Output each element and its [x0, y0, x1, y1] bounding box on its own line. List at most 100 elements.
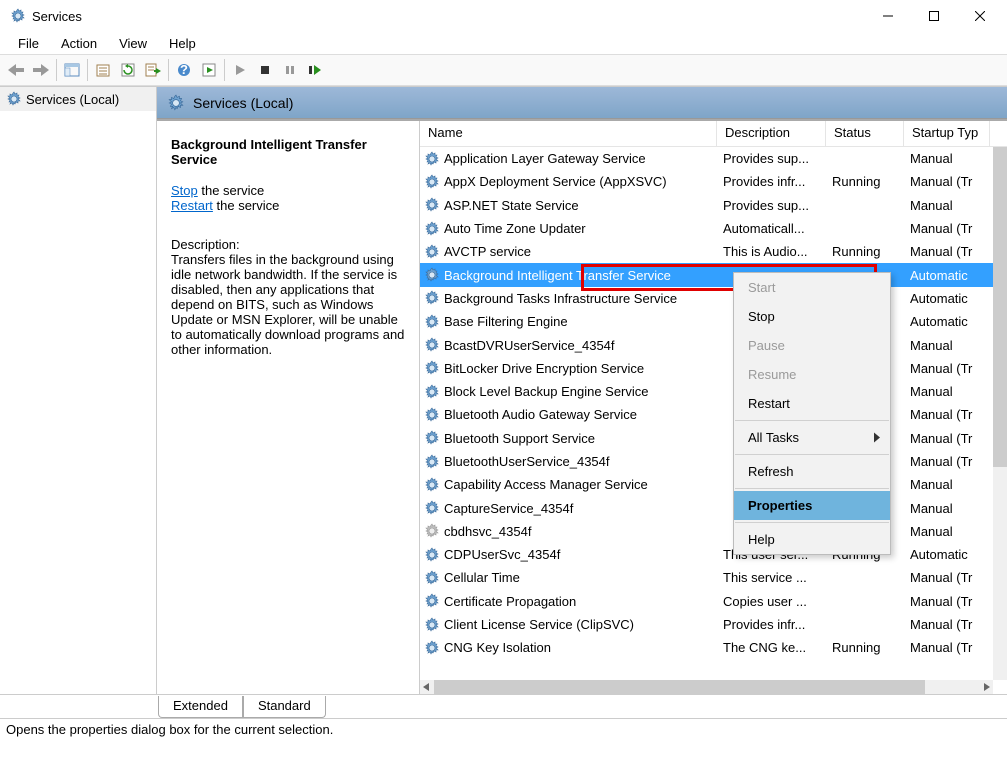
help-toolbar-button[interactable]: ?: [172, 58, 196, 82]
service-name: Capability Access Manager Service: [444, 477, 648, 492]
list-header: Name Description Status Startup Typ: [420, 121, 1007, 147]
table-row[interactable]: Client License Service (ClipSVC)Provides…: [420, 613, 1007, 636]
refresh-button[interactable]: [116, 58, 140, 82]
service-startup: Manual (Tr: [904, 454, 990, 469]
menu-separator: [735, 488, 889, 489]
table-row[interactable]: BcastDVRUserService_4354fManual: [420, 333, 1007, 356]
properties-button[interactable]: [91, 58, 115, 82]
service-name: CaptureService_4354f: [444, 501, 573, 516]
table-row[interactable]: Certificate PropagationCopies user ...Ma…: [420, 590, 1007, 613]
start-service-button[interactable]: [228, 58, 252, 82]
service-name: BcastDVRUserService_4354f: [444, 338, 615, 353]
table-row[interactable]: AVCTP serviceThis is Audio...RunningManu…: [420, 240, 1007, 263]
tab-extended[interactable]: Extended: [158, 696, 243, 718]
menu-action[interactable]: Action: [51, 34, 107, 53]
service-desc: Provides sup...: [717, 198, 826, 213]
col-status[interactable]: Status: [826, 121, 904, 146]
col-name[interactable]: Name: [420, 121, 717, 146]
col-startup[interactable]: Startup Typ: [904, 121, 990, 146]
tab-standard[interactable]: Standard: [243, 696, 326, 718]
service-name: AppX Deployment Service (AppXSVC): [444, 174, 667, 189]
service-startup: Automatic: [904, 291, 990, 306]
menu-item-all-tasks[interactable]: All Tasks: [734, 423, 890, 452]
menu-help[interactable]: Help: [159, 34, 206, 53]
service-status: Running: [826, 244, 904, 259]
gear-icon: [424, 290, 440, 306]
show-action-button[interactable]: [197, 58, 221, 82]
service-startup: Automatic: [904, 268, 990, 283]
restart-suffix: the service: [213, 198, 279, 213]
show-hide-tree-button[interactable]: [60, 58, 84, 82]
table-row[interactable]: Auto Time Zone UpdaterAutomaticall...Man…: [420, 217, 1007, 240]
table-row[interactable]: AppX Deployment Service (AppXSVC)Provide…: [420, 170, 1007, 193]
svg-text:?: ?: [180, 63, 188, 77]
gear-icon: [424, 221, 440, 237]
col-description[interactable]: Description: [717, 121, 826, 146]
table-row[interactable]: Base Filtering EngineAutomatic: [420, 310, 1007, 333]
gear-icon: [6, 91, 22, 107]
service-startup: Manual (Tr: [904, 640, 990, 655]
scroll-right-icon[interactable]: [979, 680, 993, 694]
gear-icon: [424, 360, 440, 376]
service-name: Base Filtering Engine: [444, 314, 568, 329]
vertical-scrollbar[interactable]: [993, 147, 1007, 680]
restart-service-button[interactable]: [303, 58, 327, 82]
detail-pane: Background Intelligent Transfer Service …: [157, 121, 420, 694]
table-row[interactable]: Background Intelligent Transfer Service A…: [420, 263, 1007, 286]
service-startup: Manual (Tr: [904, 617, 990, 632]
gear-icon: [424, 640, 440, 656]
service-startup: Manual (Tr: [904, 431, 990, 446]
table-row[interactable]: Bluetooth Support ServiceManual (Tr: [420, 427, 1007, 450]
service-name: Block Level Backup Engine Service: [444, 384, 649, 399]
service-startup: Manual (Tr: [904, 407, 990, 422]
stop-service-link[interactable]: Stop: [171, 183, 198, 198]
gear-icon: [424, 593, 440, 609]
table-row[interactable]: CDPUserSvc_4354fThis user ser...RunningA…: [420, 543, 1007, 566]
table-row[interactable]: cbdhsvc_4354fManual: [420, 520, 1007, 543]
service-name: AVCTP service: [444, 244, 531, 259]
table-row[interactable]: Application Layer Gateway ServiceProvide…: [420, 147, 1007, 170]
menu-separator: [735, 522, 889, 523]
stop-service-button[interactable]: [253, 58, 277, 82]
table-row[interactable]: Block Level Backup Engine ServiceManual: [420, 380, 1007, 403]
service-desc: Automaticall...: [717, 221, 826, 236]
tree-root-item[interactable]: Services (Local): [0, 87, 156, 111]
gear-icon: [424, 523, 440, 539]
table-row[interactable]: Background Tasks Infrastructure ServiceA…: [420, 287, 1007, 310]
menu-item-properties[interactable]: Properties: [734, 491, 890, 520]
menu-item-restart[interactable]: Restart: [734, 389, 890, 418]
table-row[interactable]: ASP.NET State ServiceProvides sup...Manu…: [420, 194, 1007, 217]
table-row[interactable]: Bluetooth Audio Gateway ServiceManual (T…: [420, 403, 1007, 426]
table-row[interactable]: BitLocker Drive Encryption ServiceManual…: [420, 357, 1007, 380]
table-row[interactable]: CaptureService_4354fManual: [420, 496, 1007, 519]
tree-pane: Services (Local): [0, 87, 157, 694]
export-list-button[interactable]: [141, 58, 165, 82]
menu-item-refresh[interactable]: Refresh: [734, 457, 890, 486]
gear-icon: [424, 244, 440, 260]
forward-button[interactable]: [29, 58, 53, 82]
table-row[interactable]: Capability Access Manager ServiceManual: [420, 473, 1007, 496]
minimize-button[interactable]: [865, 0, 911, 32]
gear-icon: [424, 337, 440, 353]
service-name: Background Intelligent Transfer Service: [444, 268, 671, 283]
service-startup: Manual (Tr: [904, 221, 990, 236]
pause-service-button[interactable]: [278, 58, 302, 82]
service-name: Application Layer Gateway Service: [444, 151, 646, 166]
close-button[interactable]: [957, 0, 1003, 32]
menu-file[interactable]: File: [8, 34, 49, 53]
scroll-left-icon[interactable]: [420, 680, 434, 694]
service-name: CNG Key Isolation: [444, 640, 551, 655]
restart-service-link[interactable]: Restart: [171, 198, 213, 213]
service-desc: Copies user ...: [717, 594, 826, 609]
table-row[interactable]: Cellular TimeThis service ...Manual (Tr: [420, 566, 1007, 589]
back-button[interactable]: [4, 58, 28, 82]
menu-item-stop[interactable]: Stop: [734, 302, 890, 331]
menu-view[interactable]: View: [109, 34, 157, 53]
maximize-button[interactable]: [911, 0, 957, 32]
table-row[interactable]: CNG Key IsolationThe CNG ke...RunningMan…: [420, 636, 1007, 659]
view-header-title: Services (Local): [193, 95, 293, 111]
horizontal-scrollbar[interactable]: [420, 680, 993, 694]
table-row[interactable]: BluetoothUserService_4354fManual (Tr: [420, 450, 1007, 473]
gear-icon: [424, 617, 440, 633]
menu-item-help[interactable]: Help: [734, 525, 890, 554]
